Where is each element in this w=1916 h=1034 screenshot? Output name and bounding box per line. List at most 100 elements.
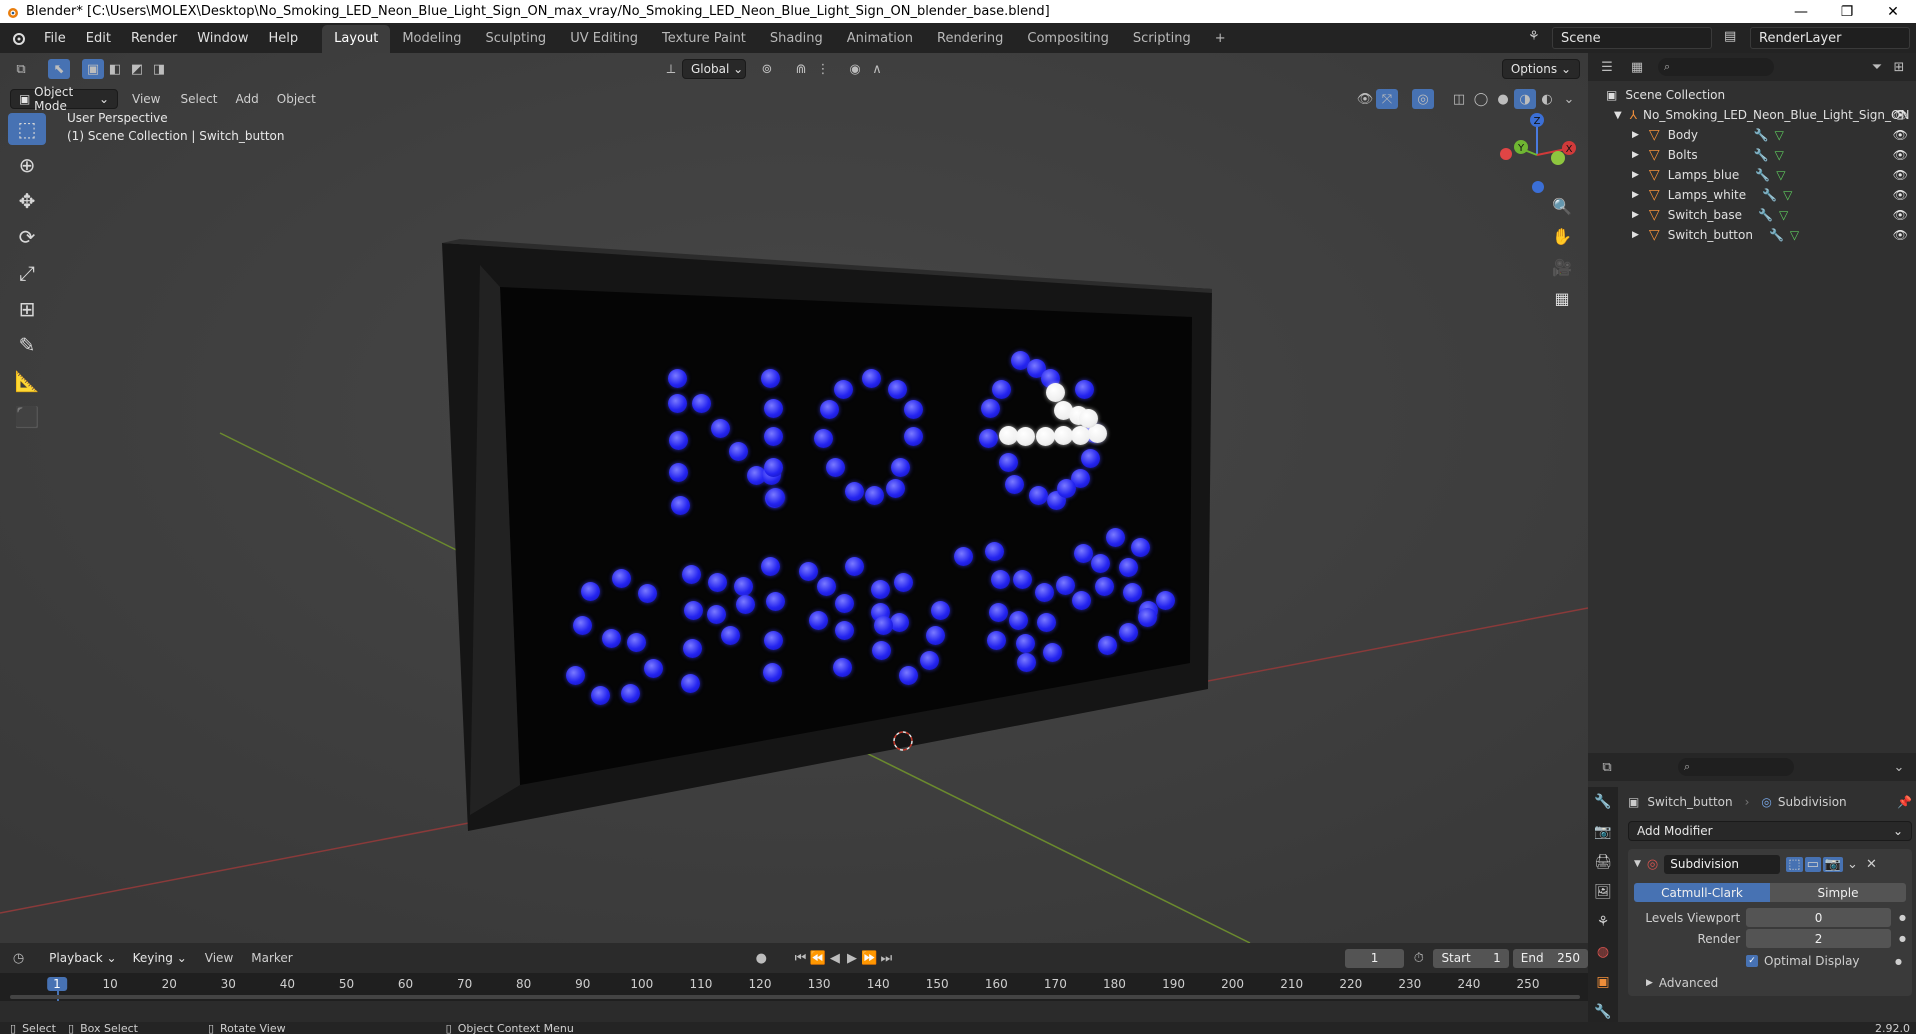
playback-dropdown[interactable]: Playback ⌄: [41, 948, 124, 968]
proportional-editing-icon[interactable]: ◉: [844, 59, 866, 79]
shading-material-icon[interactable]: ◑: [1514, 89, 1536, 109]
shading-options-icon[interactable]: ⌄: [1558, 89, 1580, 109]
3d-viewport[interactable]: ⧉ ⬉ ▣ ◧ ◩ ◨ ⟂ Global ⌄ ⊚ ⋒ ⋮ ◉ ∧ Options…: [0, 53, 1588, 943]
render-levels-anim-dot[interactable]: ●: [1899, 934, 1906, 943]
overlays-toggle-icon[interactable]: ◎: [1412, 89, 1434, 109]
play-icon[interactable]: ▶: [843, 948, 860, 968]
outliner-row-scene-collection[interactable]: ▣ Scene Collection: [1588, 85, 1916, 105]
outliner-row-switch-button[interactable]: ▶ ▽ Switch_button 🔧 ▽ 👁: [1588, 225, 1916, 245]
modifier-name-field[interactable]: Subdivision: [1664, 854, 1781, 874]
outliner-row-bolts[interactable]: ▶ ▽ Bolts 🔧 ▽ 👁: [1588, 145, 1916, 165]
close-button[interactable]: ✕: [1870, 4, 1916, 20]
menu-render[interactable]: Render: [121, 31, 187, 46]
view-layer-tab-icon[interactable]: 🖼: [1588, 877, 1618, 907]
timeline-menu-marker[interactable]: Marker: [251, 951, 292, 965]
collapse-arrow-icon[interactable]: ▼: [1614, 110, 1622, 121]
snap-icon[interactable]: ⋒: [790, 59, 812, 79]
levels-viewport-field[interactable]: 0: [1746, 908, 1892, 927]
tab-sculpting[interactable]: Sculpting: [473, 25, 558, 53]
advanced-section-label[interactable]: Advanced: [1659, 976, 1718, 990]
tab-modeling[interactable]: Modeling: [390, 25, 473, 53]
tab-animation[interactable]: Animation: [835, 25, 925, 53]
menu-edit[interactable]: Edit: [76, 31, 121, 46]
viewport-menu-select[interactable]: Select: [180, 92, 217, 106]
tab-rendering[interactable]: Rendering: [925, 25, 1015, 53]
filter-icon[interactable]: ⏷: [1866, 57, 1888, 77]
visibility-eye-icon[interactable]: 👁: [1893, 148, 1908, 162]
expand-arrow-icon[interactable]: ▶: [1632, 190, 1639, 200]
outliner-editor-type-icon[interactable]: ☰: [1596, 57, 1618, 77]
jump-keyframe-back-icon[interactable]: ⏪: [809, 948, 826, 968]
transform-tool-icon[interactable]: ⊞: [8, 293, 46, 325]
output-tab-icon[interactable]: 🖨: [1588, 847, 1618, 877]
menu-help[interactable]: Help: [259, 31, 309, 46]
world-tab-icon[interactable]: ◍: [1588, 937, 1618, 967]
add-modifier-dropdown[interactable]: Add Modifier ⌄: [1628, 821, 1912, 841]
outliner-row-lamps-blue[interactable]: ▶ ▽ Lamps_blue 🔧 ▽ 👁: [1588, 165, 1916, 185]
shading-wireframe-icon[interactable]: ◯: [1470, 89, 1492, 109]
keying-dropdown[interactable]: Keying ⌄: [125, 948, 195, 968]
expand-arrow-icon[interactable]: ▶: [1632, 170, 1639, 180]
auto-keying-icon[interactable]: ●: [753, 948, 770, 968]
properties-options-icon[interactable]: ⌄: [1888, 757, 1910, 777]
tab-texture-paint[interactable]: Texture Paint: [650, 25, 758, 53]
tab-scripting[interactable]: Scripting: [1121, 25, 1203, 53]
menu-window[interactable]: Window: [187, 31, 258, 46]
preview-range-icon[interactable]: ⏱: [1410, 948, 1427, 968]
navigation-gizmo[interactable]: Z X Y: [1492, 109, 1582, 199]
add-cube-tool-icon[interactable]: ⬛: [8, 401, 46, 433]
minimize-button[interactable]: —: [1778, 4, 1824, 20]
maximize-button[interactable]: ❐: [1824, 4, 1870, 20]
visibility-eye-icon[interactable]: 👁: [1893, 228, 1908, 242]
timeline-ruler[interactable]: 1 10 20 30 40 50 60 70 80 90 100 110 120 130 140 150 160…: [0, 973, 1588, 1001]
visibility-eye-icon[interactable]: 👁: [1893, 188, 1908, 202]
render-tab-icon[interactable]: 📷: [1588, 817, 1618, 847]
visibility-icon[interactable]: 👁: [1354, 89, 1376, 109]
optimal-display-checkbox[interactable]: ✓: [1746, 955, 1758, 967]
optimal-display-anim-dot[interactable]: ●: [1895, 957, 1902, 966]
viewport-menu-object[interactable]: Object: [277, 92, 316, 106]
transform-orientation-dropdown[interactable]: Global ⌄: [682, 59, 746, 79]
timeline-menu-view[interactable]: View: [205, 951, 233, 965]
render-levels-field[interactable]: 2: [1746, 929, 1892, 948]
render-layer-selector[interactable]: RenderLayer: [1750, 27, 1910, 49]
snap-target-icon[interactable]: ⋮: [812, 59, 834, 79]
select-mode-extend-icon[interactable]: ◧: [104, 59, 126, 79]
rotate-tool-icon[interactable]: ⟳: [8, 221, 46, 253]
zoom-view-icon[interactable]: 🔍: [1547, 191, 1577, 221]
select-tool-icon[interactable]: ⬉: [48, 59, 70, 79]
properties-editor-type-icon[interactable]: ⧉: [1596, 757, 1618, 777]
scene-tab-icon[interactable]: ⚘: [1588, 907, 1618, 937]
visibility-eye-icon[interactable]: 👁: [1893, 128, 1908, 142]
scene-icon[interactable]: ⚘: [1528, 29, 1540, 44]
jump-keyframe-forward-icon[interactable]: ⏩: [861, 948, 878, 968]
viewport-toggle-icon[interactable]: ▭: [1804, 856, 1821, 872]
modifier-menu-icon[interactable]: ⌄: [1847, 857, 1858, 872]
catmull-clark-option[interactable]: Catmull-Clark: [1634, 883, 1770, 902]
end-frame-field[interactable]: End 250: [1512, 948, 1589, 968]
annotate-tool-icon[interactable]: ✎: [8, 329, 46, 361]
tab-uv-editing[interactable]: UV Editing: [558, 25, 650, 53]
visibility-eye-icon[interactable]: 👁: [1893, 168, 1908, 182]
outliner-search-input[interactable]: ⌕: [1658, 58, 1774, 76]
pivot-point-icon[interactable]: ⊚: [756, 59, 778, 79]
visibility-eye-icon[interactable]: 👁: [1893, 208, 1908, 222]
modifier-remove-icon[interactable]: ✕: [1866, 857, 1877, 872]
new-collection-icon[interactable]: ⊞: [1888, 57, 1910, 77]
viewport-menu-add[interactable]: Add: [236, 92, 259, 106]
tab-shading[interactable]: Shading: [758, 25, 835, 53]
expand-arrow-icon[interactable]: ▶: [1632, 230, 1639, 240]
select-box-tool-icon[interactable]: ⬚: [8, 113, 46, 145]
outliner-row-lamps-white[interactable]: ▶ ▽ Lamps_white 🔧 ▽ 👁: [1588, 185, 1916, 205]
pan-view-icon[interactable]: ✋: [1547, 221, 1577, 251]
outliner-row-switch-base[interactable]: ▶ ▽ Switch_base 🔧 ▽ 👁: [1588, 205, 1916, 225]
expand-arrow-icon[interactable]: ▶: [1632, 150, 1639, 160]
tab-layout[interactable]: Layout: [322, 25, 391, 53]
xray-toggle-icon[interactable]: ◫: [1448, 89, 1470, 109]
expand-arrow-icon[interactable]: ▶: [1632, 210, 1639, 220]
visibility-eye-icon[interactable]: 👁: [1893, 108, 1908, 122]
ortho-toggle-icon[interactable]: ▦: [1547, 283, 1577, 313]
jump-end-icon[interactable]: ⏭: [878, 948, 895, 968]
select-mode-invert-icon[interactable]: ◨: [148, 59, 170, 79]
levels-viewport-anim-dot[interactable]: ●: [1899, 913, 1906, 922]
